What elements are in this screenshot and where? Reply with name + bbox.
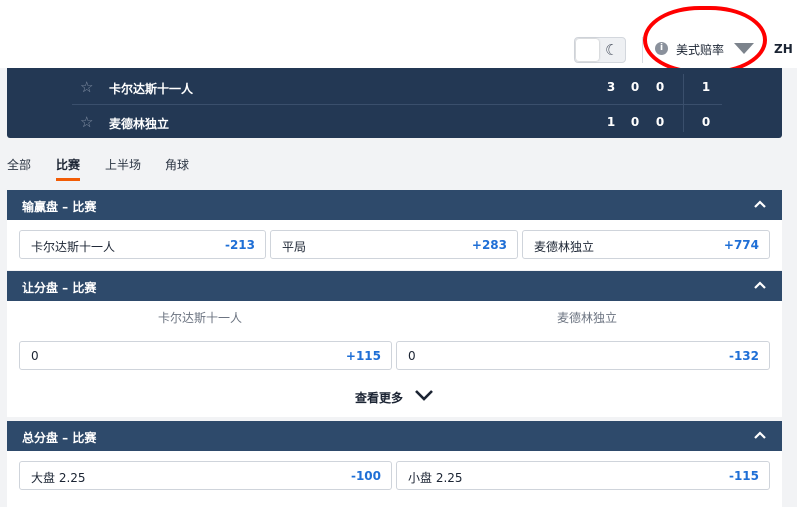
team-score: 1: [606, 115, 616, 129]
market-title: 让分盘 – 比赛: [22, 281, 97, 295]
outcome-price: -100: [350, 469, 381, 483]
team-score: 3: [606, 80, 616, 94]
team-total: 1: [701, 80, 711, 94]
outcome-price: -213: [224, 238, 255, 252]
tab-match[interactable]: 比赛: [56, 156, 80, 173]
team-row: ☆ 卡尔达斯十一人 3 0 0 1: [7, 70, 782, 105]
team-score: 0: [630, 80, 640, 94]
divider: [642, 37, 643, 63]
outcome-price: +283: [471, 238, 507, 252]
tab-corners[interactable]: 角球: [165, 156, 189, 173]
market-body-handicap: 卡尔达斯十一人 麦德林独立 0 +115 0 -132 查看更多: [7, 301, 782, 417]
moon-icon: ☾: [605, 41, 619, 59]
outcome-price: -115: [728, 469, 759, 483]
column-label: 麦德林独立: [557, 311, 618, 325]
chevron-down-icon: [415, 390, 433, 401]
market-header-handicap[interactable]: 让分盘 – 比赛: [7, 271, 782, 301]
team-score: 0: [655, 80, 665, 94]
team-name: 麦德林独立: [109, 117, 170, 131]
tab-all[interactable]: 全部: [7, 156, 31, 173]
star-icon[interactable]: ☆: [80, 113, 93, 131]
outcome-label: 卡尔达斯十一人: [31, 240, 116, 254]
odds-button[interactable]: 小盘 2.25 -115: [396, 461, 770, 490]
column-label: 卡尔达斯十一人: [158, 311, 243, 325]
market-title: 输赢盘 – 比赛: [22, 200, 97, 214]
see-more-label: 查看更多: [355, 391, 404, 405]
annotation-circle: [643, 6, 767, 74]
odds-button[interactable]: 0 +115: [19, 341, 392, 370]
odds-button[interactable]: 麦德林独立 +774: [522, 230, 770, 259]
odds-button[interactable]: 平局 +283: [270, 230, 518, 259]
star-icon[interactable]: ☆: [80, 78, 93, 96]
outcome-label: 大盘 2.25: [31, 471, 86, 485]
market-title: 总分盘 – 比赛: [22, 431, 97, 445]
outcome-label: 0: [408, 349, 416, 363]
odds-button[interactable]: 大盘 2.25 -100: [19, 461, 392, 490]
outcome-label: 麦德林独立: [534, 240, 595, 254]
outcome-price: -132: [728, 349, 759, 363]
outcome-label: 0: [31, 349, 39, 363]
market-body-totals: 大盘 2.25 -100 小盘 2.25 -115: [7, 451, 782, 507]
outcome-label: 平局: [282, 240, 307, 254]
language-selector[interactable]: ZH: [774, 42, 793, 56]
chevron-up-icon[interactable]: [753, 197, 767, 211]
chevron-up-icon[interactable]: [753, 428, 767, 442]
market-body-moneyline: 卡尔达斯十一人 -213 平局 +283 麦德林独立 +774: [7, 220, 782, 270]
tab-first-half[interactable]: 上半场: [105, 156, 141, 173]
team-row: ☆ 麦德林独立 1 0 0 0: [7, 105, 782, 140]
team-total: 0: [701, 115, 711, 129]
team-score: 0: [655, 115, 665, 129]
info-icon[interactable]: i: [655, 42, 668, 55]
theme-toggle[interactable]: ☾: [574, 37, 626, 63]
team-name: 卡尔达斯十一人: [109, 82, 194, 96]
team-score: 0: [630, 115, 640, 129]
scoreboard: ☆ 卡尔达斯十一人 3 0 0 1 ☆ 麦德林独立 1 0 0 0: [7, 68, 782, 138]
outcome-label: 小盘 2.25: [408, 471, 463, 485]
outcome-price: +774: [723, 238, 759, 252]
top-bar: ☾ i 美式赔率 ZH: [0, 0, 797, 74]
toggle-knob: [576, 39, 599, 61]
caret-down-icon[interactable]: [734, 43, 754, 54]
chevron-up-icon[interactable]: [753, 278, 767, 292]
outcome-price: +115: [345, 349, 381, 363]
active-tab-indicator: [56, 178, 80, 181]
market-header-moneyline[interactable]: 输赢盘 – 比赛: [7, 190, 782, 220]
odds-button[interactable]: 卡尔达斯十一人 -213: [19, 230, 266, 259]
odds-format-label[interactable]: 美式赔率: [676, 41, 724, 58]
market-header-totals[interactable]: 总分盘 – 比赛: [7, 421, 782, 451]
odds-button[interactable]: 0 -132: [396, 341, 770, 370]
